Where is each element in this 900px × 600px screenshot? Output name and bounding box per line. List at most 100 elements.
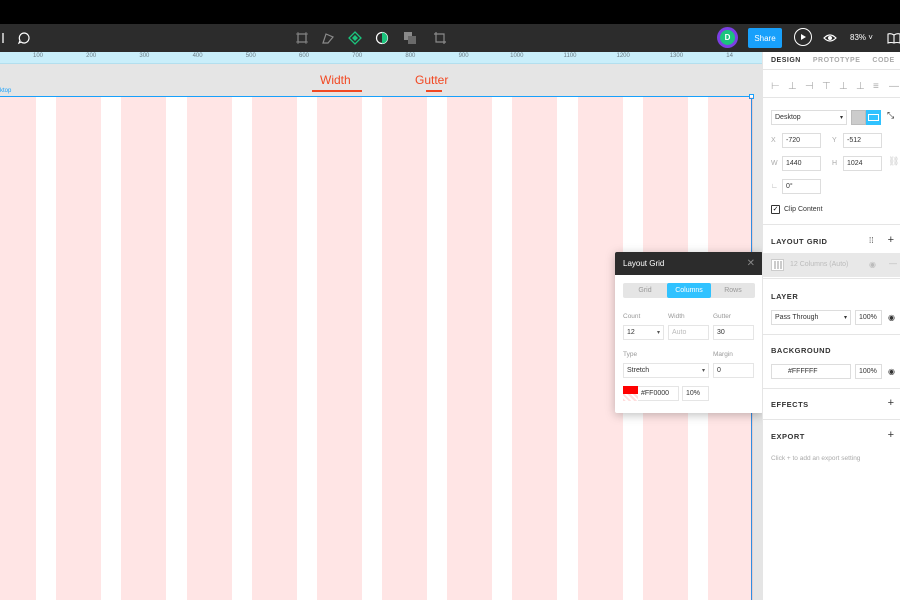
layout-grid-popup: Layout Grid ✕ Grid Columns Rows Count Wi… [615, 252, 763, 413]
grid-column [512, 97, 558, 600]
grid-type-segmented: Grid Columns Rows [623, 283, 755, 298]
add-export-icon[interactable]: + [888, 429, 894, 441]
align-middle-icon[interactable]: ⊥ [839, 81, 848, 92]
align-left-icon[interactable]: ⊢ [771, 81, 780, 92]
grid-styles-icon[interactable]: ⁞⁞ [869, 236, 873, 245]
gutter-label: Gutter [713, 313, 732, 320]
ruler-tick: 200 [86, 53, 97, 59]
resize-to-fit-icon[interactable]: ⤡ [887, 110, 894, 121]
y-input[interactable]: -512 [843, 133, 882, 148]
comment-icon[interactable] [16, 30, 32, 46]
align-center-icon[interactable]: ⊥ [788, 81, 797, 92]
eye-icon[interactable]: ◉ [888, 367, 895, 376]
alignment-toolbar: ⊢ ⊥ ⊣ ⊤ ⊥ ⊥ ≡ — [763, 76, 900, 98]
frame-label[interactable]: ktop [0, 88, 11, 94]
background-color-input[interactable]: #FFFFFF [785, 364, 851, 379]
layer-title: LAYER [771, 292, 799, 301]
share-button[interactable]: Share [748, 28, 782, 48]
width-input[interactable]: Auto [668, 325, 709, 340]
distribute-icon[interactable]: ≡ [873, 81, 879, 92]
grid-column [186, 97, 232, 600]
gutter-input[interactable]: 30 [713, 325, 754, 340]
margin-label: Margin [713, 351, 733, 358]
tab-grid[interactable]: Grid [623, 283, 667, 298]
menu-caret-icon[interactable] [0, 30, 14, 46]
columns-grid-icon[interactable] [771, 259, 784, 271]
ruler-tick: 1300 [669, 53, 684, 59]
ruler-tick: 1100 [563, 53, 577, 59]
ruler-tick: 14 [726, 53, 733, 59]
divider [763, 278, 900, 279]
background-swatch[interactable] [771, 364, 786, 379]
add-layout-grid-icon[interactable]: + [888, 234, 894, 246]
portrait-toggle-icon[interactable] [851, 110, 866, 125]
layout-grid-title: LAYOUT GRID [771, 237, 828, 246]
add-effect-icon[interactable]: + [888, 397, 894, 409]
close-icon[interactable]: ✕ [747, 258, 755, 269]
boolean-icon[interactable] [402, 30, 418, 46]
ruler-tick: 900 [458, 53, 469, 59]
layer-opacity-input[interactable]: 100% [855, 310, 882, 325]
library-icon[interactable] [886, 30, 900, 46]
margin-input[interactable]: 0 [713, 363, 754, 378]
grid-column [447, 97, 493, 600]
tab-prototype[interactable]: PROTOTYPE [805, 52, 865, 69]
eye-icon[interactable] [822, 30, 838, 46]
crop-icon[interactable] [432, 30, 448, 46]
popup-header: Layout Grid ✕ [615, 252, 763, 275]
distribute-horizontal-icon[interactable]: — [889, 81, 899, 92]
eye-icon[interactable]: ◉ [869, 260, 876, 269]
frame-preset-select[interactable]: Desktop ▾ [771, 110, 847, 125]
clip-content-checkbox[interactable]: ✓ [771, 205, 780, 214]
align-top-icon[interactable]: ⊤ [822, 81, 831, 92]
w-input[interactable]: 1440 [782, 156, 821, 171]
frame-preset-value: Desktop [775, 114, 801, 121]
constrain-proportions-icon[interactable]: ⛓ [888, 156, 899, 167]
x-input[interactable]: -720 [782, 133, 821, 148]
ruler-tick: 600 [298, 53, 310, 59]
align-right-icon[interactable]: ⊣ [805, 81, 814, 92]
zoom-dropdown[interactable]: 83% ˅ [850, 33, 873, 42]
popup-title: Layout Grid [623, 259, 665, 268]
background-title: BACKGROUND [771, 346, 831, 355]
ruler-tick: 800 [405, 53, 416, 59]
grid-column [0, 97, 37, 600]
tab-columns[interactable]: Columns [667, 283, 711, 298]
ruler-tick: 1000 [510, 53, 524, 59]
grid-color-swatch[interactable] [623, 386, 638, 401]
remove-icon[interactable]: — [889, 259, 897, 268]
count-select[interactable]: 12 ▾ [623, 325, 664, 340]
w-label: W [771, 160, 778, 167]
background-opacity-input[interactable]: 100% [855, 364, 882, 379]
rotation-input[interactable]: 0° [782, 179, 821, 194]
gutter-annotation: Gutter [415, 73, 449, 87]
properties-panel: DESIGN PROTOTYPE CODE ⊢ ⊥ ⊣ ⊤ ⊥ ⊥ ≡ — De… [762, 52, 900, 600]
tab-code[interactable]: CODE [864, 52, 898, 69]
ruler-tick: 100 [32, 53, 44, 59]
export-hint: Click + to add an export setting [771, 455, 861, 462]
h-input[interactable]: 1024 [843, 156, 882, 171]
pen-icon[interactable] [320, 30, 336, 46]
layout-grid-item[interactable]: 12 Columns (Auto) ◉ — [763, 253, 900, 277]
grid-color-input[interactable]: #FF0000 [638, 386, 679, 401]
eye-icon[interactable]: ◉ [888, 313, 895, 322]
play-icon[interactable] [794, 28, 812, 46]
layout-grid-item-label: 12 Columns (Auto) [790, 261, 849, 268]
mask-icon[interactable] [374, 30, 390, 46]
tab-rows[interactable]: Rows [711, 283, 755, 298]
landscape-toggle-icon[interactable] [866, 110, 881, 125]
frame-icon[interactable] [294, 30, 310, 46]
rotation-icon: ∟ [771, 183, 778, 190]
grid-column [316, 97, 362, 600]
h-label: H [832, 160, 838, 167]
avatar[interactable]: D [717, 27, 738, 48]
component-icon[interactable] [347, 30, 363, 46]
tab-design[interactable]: DESIGN [763, 52, 805, 69]
align-bottom-icon[interactable]: ⊥ [856, 81, 865, 92]
chevron-down-icon: ▾ [656, 330, 660, 336]
type-select[interactable]: Stretch ▾ [623, 363, 709, 378]
blend-mode-select[interactable]: Pass Through ▾ [771, 310, 851, 325]
grid-opacity-input[interactable]: 10% [682, 386, 709, 401]
ruler-tick: 700 [352, 53, 363, 59]
chevron-down-icon: ▾ [701, 368, 705, 374]
